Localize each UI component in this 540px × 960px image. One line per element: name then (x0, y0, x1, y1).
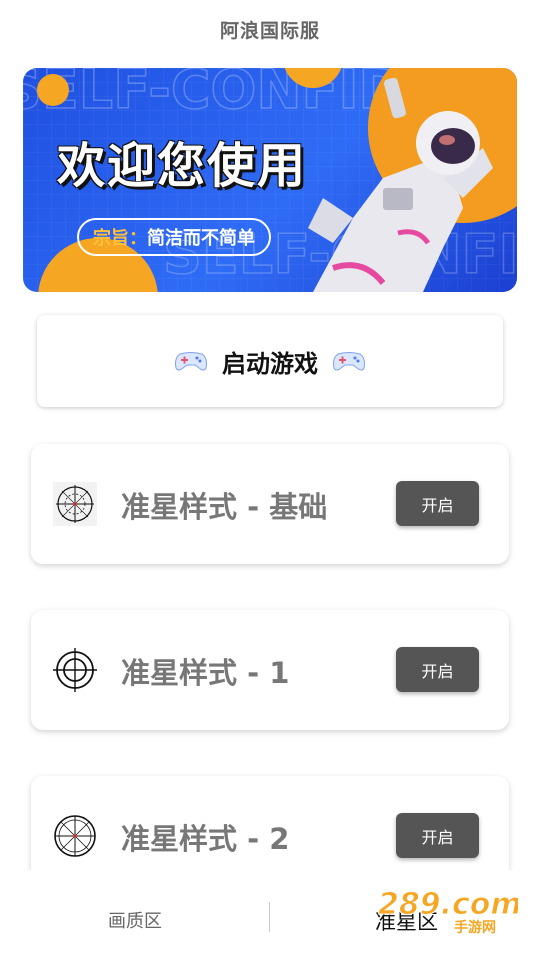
nav-tab-quality[interactable]: 画质区 (108, 907, 162, 933)
crosshair-name: 准星样式 - 2 (121, 822, 290, 856)
banner-title: 欢迎您使用 (57, 138, 308, 194)
crosshair-1-icon (53, 648, 97, 692)
welcome-banner: SELF-CONFIDENCE SELF-CONFIDENCE 欢迎您使用 宗旨… (23, 68, 517, 292)
start-game-button[interactable]: 启动游戏 (37, 315, 503, 407)
nav-divider (269, 902, 270, 932)
crosshair-name: 准星样式 - 1 (121, 656, 290, 690)
banner-motto-prefix: 宗旨： (93, 228, 147, 249)
banner-motto-text: 简洁而不简单 (147, 228, 255, 249)
crosshair-2-icon (54, 815, 96, 857)
open-button[interactable]: 开启 (396, 481, 479, 526)
gamepad-icon (333, 352, 365, 371)
crosshair-basic-icon (53, 482, 97, 526)
crosshair-name: 准星样式 - 基础 (121, 490, 328, 524)
crosshair-card-1: 准星样式 - 1 开启 (31, 610, 509, 730)
open-button[interactable]: 开启 (396, 813, 479, 858)
banner-motto: 宗旨：简洁而不简单 (77, 218, 271, 256)
crosshair-card-basic: 准星样式 - 基础 开启 (31, 444, 509, 564)
start-game-label: 启动游戏 (222, 349, 318, 378)
bottom-nav: 画质区 准星区 289.com 手游网 (0, 870, 540, 960)
open-button[interactable]: 开启 (396, 647, 479, 692)
app-title: 阿浪国际服 (219, 20, 320, 42)
watermark-sub: 手游网 (454, 919, 496, 936)
gamepad-icon (175, 352, 207, 371)
watermark-text: 289.com (378, 887, 518, 922)
watermark-logo: 289.com 手游网 (378, 887, 518, 937)
